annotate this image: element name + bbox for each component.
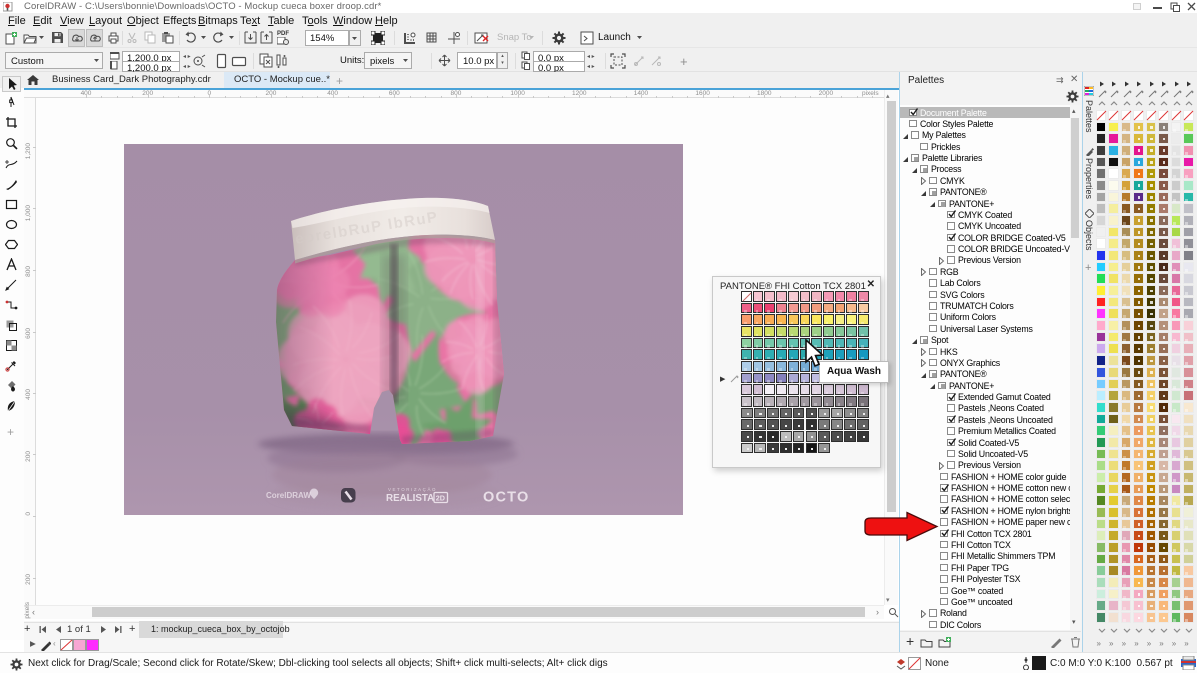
svg-text:VETORIZAÇÃO: VETORIZAÇÃO xyxy=(388,487,437,492)
svg-text:CorelDRAW: CorelDRAW xyxy=(266,491,311,500)
svg-text:2D: 2D xyxy=(436,494,445,503)
svg-text:OCTO: OCTO xyxy=(483,490,529,506)
svg-text:REALISTA: REALISTA xyxy=(386,493,434,504)
